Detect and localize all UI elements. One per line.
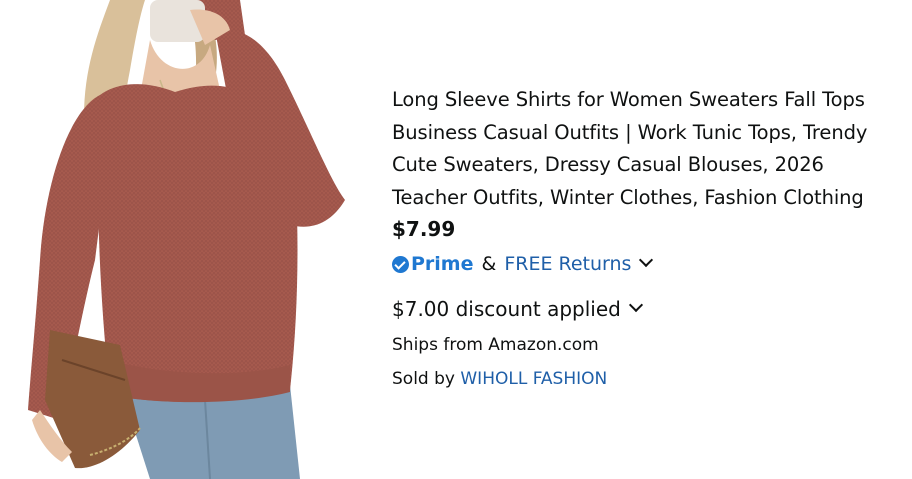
- sold-by: Sold by WIHOLL FASHION: [392, 367, 908, 391]
- ships-from: Ships from Amazon.com: [392, 335, 599, 355]
- free-returns-link[interactable]: FREE Returns: [504, 253, 631, 275]
- product-title-line[interactable]: Business Casual Outfits | Work Tunic Top…: [392, 117, 908, 150]
- product-details: Long Sleeve Shirts for Women Sweaters Fa…: [392, 84, 908, 391]
- discount-text[interactable]: $7.00 discount applied: [392, 297, 621, 321]
- prime-check-icon: [392, 255, 409, 273]
- sold-by-label: Sold by: [392, 369, 455, 389]
- ampersand: &: [481, 253, 497, 275]
- prime-label: Prime: [411, 253, 474, 275]
- product-price: $7.99: [392, 217, 456, 241]
- product-title-line[interactable]: Long Sleeve Shirts for Women Sweaters Fa…: [392, 84, 908, 117]
- product-title-line[interactable]: Teacher Outfits, Winter Clothes, Fashion…: [392, 182, 908, 215]
- seller-link[interactable]: WIHOLL FASHION: [460, 369, 607, 389]
- product-image[interactable]: [0, 0, 372, 479]
- chevron-down-icon[interactable]: [639, 252, 654, 268]
- product-title-line[interactable]: Cute Sweaters, Dressy Casual Blouses, 20…: [392, 149, 908, 182]
- delivery-row: Prime & FREE Returns: [392, 250, 908, 278]
- discount-row[interactable]: $7.00 discount applied: [392, 295, 908, 323]
- product-title[interactable]: Long Sleeve Shirts for Women Sweaters Fa…: [392, 84, 908, 214]
- prime-badge: Prime: [392, 253, 474, 275]
- chevron-down-icon[interactable]: [628, 297, 643, 313]
